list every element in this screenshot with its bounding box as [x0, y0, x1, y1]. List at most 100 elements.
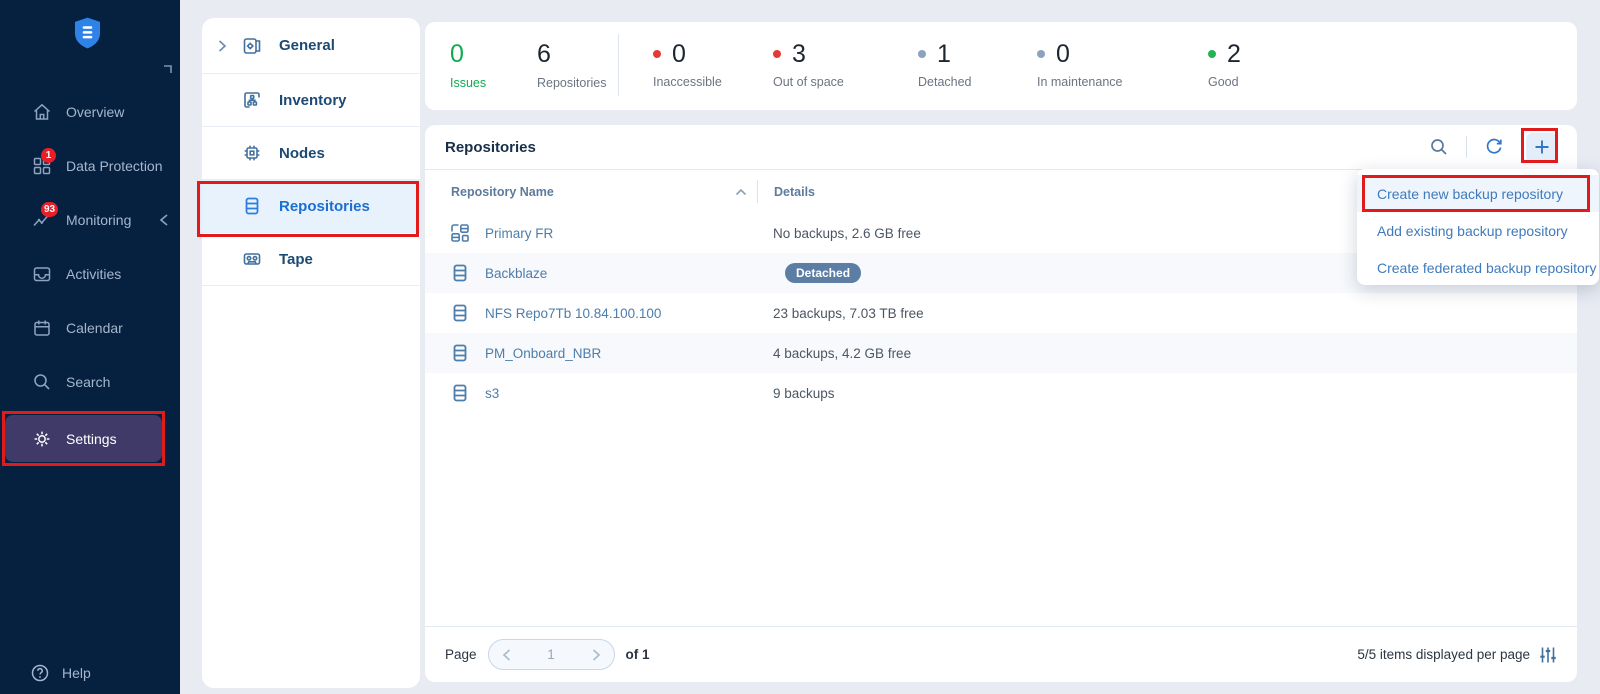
- federated-repository-icon: [450, 223, 470, 243]
- repository-icon: [450, 383, 470, 403]
- submenu-item-tape[interactable]: Tape: [202, 233, 420, 286]
- submenu-item-label: Tape: [279, 251, 313, 268]
- sidebar-item-label: Settings: [66, 431, 117, 447]
- repository-name: Backblaze: [485, 266, 547, 281]
- sidebar-item-overview[interactable]: Overview: [0, 85, 180, 139]
- table-row[interactable]: s3 9 backups: [425, 373, 1577, 413]
- page-of-label: of 1: [626, 647, 650, 662]
- menu-item-create-new-backup-repository[interactable]: Create new backup repository: [1357, 175, 1599, 212]
- repository-details: No backups, 2.6 GB free: [773, 226, 921, 241]
- general-gear-panel-icon: [242, 36, 262, 56]
- repository-name: Primary FR: [485, 226, 553, 241]
- sidebar-item-data-protection[interactable]: 1 Data Protection: [0, 139, 180, 193]
- previous-page-button[interactable]: [502, 649, 511, 661]
- stat-in-maintenance: 0 In maintenance: [1037, 40, 1122, 89]
- sidebar-item-label: Help: [62, 665, 91, 681]
- panel-title: Repositories: [445, 139, 536, 156]
- repositories-summary-card: 0 Issues 6 Repositories 0 Inaccessible 3…: [425, 22, 1577, 110]
- stat-value: 3: [792, 40, 806, 68]
- table-row[interactable]: PM_Onboard_NBR 4 backups, 4.2 GB free: [425, 333, 1577, 373]
- table-footer: Page 1 of 1 5/5 items displayed per page: [425, 626, 1577, 682]
- refresh-icon[interactable]: [1484, 137, 1504, 157]
- stat-label: Detached: [918, 75, 972, 89]
- inventory-icon: [242, 90, 262, 110]
- repository-name: NFS Repo7Tb 10.84.100.100: [485, 306, 661, 321]
- add-repository-button[interactable]: [1526, 133, 1557, 162]
- items-per-page-label: 5/5 items displayed per page: [1357, 647, 1530, 662]
- collapse-chevron-left-icon[interactable]: [159, 214, 169, 226]
- panel-header: Repositories: [425, 125, 1577, 170]
- stat-value: 0: [672, 40, 686, 68]
- home-icon: [32, 102, 52, 122]
- divider: [618, 34, 619, 96]
- column-header-repository-name[interactable]: Repository Name: [451, 185, 554, 199]
- submenu-item-inventory[interactable]: Inventory: [202, 74, 420, 127]
- next-page-button[interactable]: [592, 649, 601, 661]
- gear-icon: [32, 429, 52, 449]
- stat-good: 2 Good: [1208, 40, 1241, 89]
- page-label: Page: [445, 647, 477, 662]
- chevron-right-icon[interactable]: [218, 40, 227, 52]
- sidebar-item-label: Overview: [66, 104, 124, 120]
- sidebar-item-label: Search: [66, 374, 110, 390]
- repository-details: 9 backups: [773, 386, 835, 401]
- sidebar-item-settings[interactable]: Settings: [5, 415, 162, 462]
- data-protection-grid-icon: 1: [32, 156, 52, 176]
- repository-name: PM_Onboard_NBR: [485, 346, 601, 361]
- app-logo-shield-icon: [74, 16, 101, 50]
- stat-label: Good: [1208, 75, 1241, 89]
- stat-label: Repositories: [537, 76, 606, 90]
- settings-submenu: General Inventory Nodes Repositories Tap…: [202, 18, 420, 688]
- status-dot-green: [1208, 50, 1216, 58]
- sidebar-item-search[interactable]: Search: [0, 355, 180, 409]
- repository-icon: [242, 196, 262, 216]
- status-dot-red: [773, 50, 781, 58]
- menu-item-create-federated-backup-repository[interactable]: Create federated backup repository: [1357, 249, 1599, 286]
- stat-label: In maintenance: [1037, 75, 1122, 89]
- stat-label: Issues: [450, 76, 486, 90]
- stat-issues: 0 Issues: [450, 40, 486, 90]
- sort-ascending-caret-icon[interactable]: [735, 188, 747, 196]
- detached-status-badge: Detached: [785, 263, 861, 283]
- submenu-item-repositories[interactable]: Repositories: [202, 180, 420, 233]
- repository-icon: [450, 263, 470, 283]
- sidebar-expand-corner-icon[interactable]: [162, 64, 172, 74]
- stat-value: 0: [1056, 40, 1070, 68]
- monitoring-pulse-icon: 93: [32, 210, 52, 230]
- sidebar-item-label: Calendar: [66, 320, 123, 336]
- repository-icon: [450, 303, 470, 323]
- stat-label: Inaccessible: [653, 75, 722, 89]
- submenu-item-label: Repositories: [279, 198, 370, 215]
- calendar-icon: [32, 318, 52, 338]
- sidebar-item-label: Monitoring: [66, 212, 131, 228]
- items-per-page-sliders-icon[interactable]: [1539, 646, 1557, 664]
- search-icon[interactable]: [1429, 137, 1449, 157]
- stat-value: 1: [937, 40, 951, 68]
- sidebar-item-label: Activities: [66, 266, 121, 282]
- submenu-item-label: Nodes: [279, 145, 325, 162]
- sidebar-item-monitoring[interactable]: 93 Monitoring: [0, 193, 180, 247]
- sidebar-item-label: Data Protection: [66, 158, 163, 174]
- stat-value: 2: [1227, 40, 1241, 68]
- table-row[interactable]: NFS Repo7Tb 10.84.100.100 23 backups, 7.…: [425, 293, 1577, 333]
- column-header-details[interactable]: Details: [774, 185, 815, 199]
- page-stepper: 1: [488, 639, 615, 670]
- sidebar-item-calendar[interactable]: Calendar: [0, 301, 180, 355]
- current-page-value[interactable]: 1: [547, 647, 555, 662]
- submenu-item-label: Inventory: [279, 92, 347, 109]
- repository-name: s3: [485, 386, 499, 401]
- submenu-item-general[interactable]: General: [202, 18, 420, 74]
- divider: [1466, 136, 1467, 158]
- status-dot-slate: [918, 50, 926, 58]
- submenu-item-nodes[interactable]: Nodes: [202, 127, 420, 180]
- sidebar-item-help[interactable]: Help: [0, 652, 180, 694]
- repository-details: 4 backups, 4.2 GB free: [773, 346, 911, 361]
- divider: [757, 180, 758, 203]
- sidebar-item-activities[interactable]: Activities: [0, 247, 180, 301]
- menu-item-add-existing-backup-repository[interactable]: Add existing backup repository: [1357, 212, 1599, 249]
- stat-value: 0: [450, 40, 486, 68]
- stat-detached: 1 Detached: [918, 40, 972, 89]
- stat-repositories: 6 Repositories: [537, 40, 606, 90]
- stat-out-of-space: 3 Out of space: [773, 40, 844, 89]
- stat-inaccessible: 0 Inaccessible: [653, 40, 722, 89]
